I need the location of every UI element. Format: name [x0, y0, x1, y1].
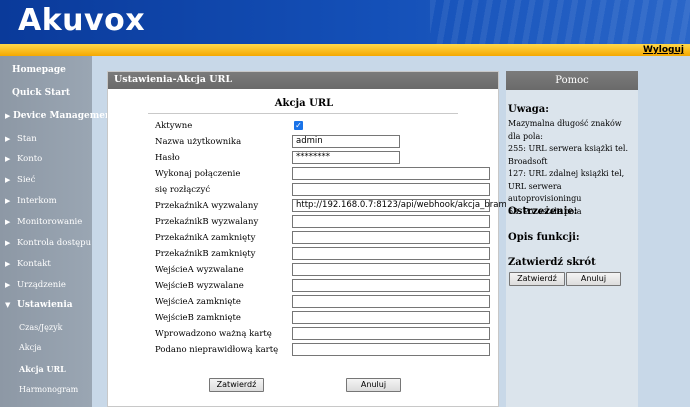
chevron-right-icon: ▶: [5, 111, 11, 120]
help-warning-heading: Uwaga:: [508, 104, 549, 115]
relay-b-triggered-field[interactable]: [292, 215, 490, 228]
sidebar-item-siec[interactable]: ▶ Sieć: [5, 175, 97, 185]
logout-link[interactable]: Wyloguj: [643, 45, 684, 55]
sidebar-item-stan[interactable]: ▶ Stan: [5, 134, 97, 144]
chevron-right-icon: ▶: [5, 239, 11, 247]
valid-card-field[interactable]: [292, 327, 490, 340]
username-field[interactable]: admin: [292, 135, 400, 148]
main-panel: Ustawienia-Akcja URL Akcja URL Aktywne ✓…: [107, 71, 512, 407]
chevron-right-icon: ▶: [5, 281, 11, 289]
label-wejsciea-zamkniete: WejścieA zamknięte: [155, 297, 241, 307]
label-przekaznikb-wyzwalany: PrzekaźnikB wyzwalany: [155, 217, 259, 227]
input-b-closed-field[interactable]: [292, 311, 490, 324]
submit-button[interactable]: Zatwierdź: [209, 378, 264, 392]
label-wejscieb-zamkniete: WejścieB zamknięte: [155, 313, 241, 323]
chevron-down-icon: ▼: [5, 300, 11, 309]
header-decoration: [430, 0, 690, 44]
help-warning-text: Mazymalna długość znaków dla pola: 255: …: [508, 119, 629, 216]
cancel-button[interactable]: Anuluj: [346, 378, 401, 392]
label-wazna-karta: Wprowadzono ważną kartę: [155, 329, 272, 339]
header-orange-bar: [0, 44, 690, 56]
help-title: Pomoc: [506, 71, 638, 90]
relay-b-closed-field[interactable]: [292, 247, 490, 260]
chevron-right-icon: ▶: [5, 260, 11, 268]
aktywne-checkbox[interactable]: ✓: [294, 121, 303, 130]
help-function-heading: Opis funkcji:: [508, 232, 580, 243]
form-title: Akcja URL: [274, 98, 334, 109]
label-wejscieb-wyzwalane: WejścieB wyzwalane: [155, 281, 244, 291]
label-przekaznika-zamkniety: PrzekaźnikA zamknięty: [155, 233, 256, 243]
label-wejsciea-wyzwalane: WejścieA wyzwalane: [155, 265, 244, 275]
sidebar-item-monitorowanie[interactable]: ▶ Monitorowanie: [5, 217, 97, 227]
page-title: Ustawienia-Akcja URL: [108, 72, 498, 89]
label-rozlaczyc: się rozłączyć: [155, 185, 211, 195]
password-field[interactable]: ********: [292, 151, 400, 164]
relay-a-triggered-field[interactable]: http://192.168.0.7:8123/api/webhook/akcj…: [292, 199, 512, 212]
help-submit-button[interactable]: Zatwierdź: [509, 272, 565, 286]
help-shortcut-heading: Zatwierdź skrót: [508, 257, 596, 268]
sidebar-subitem-czas-jezyk[interactable]: Czas/Język: [19, 323, 111, 332]
chevron-right-icon: ▶: [5, 218, 11, 226]
sidebar-subitem-akcja-url[interactable]: Akcja URL: [19, 364, 111, 374]
sidebar-item-urzadzenie[interactable]: ▶ Urządzenie: [5, 280, 97, 290]
chevron-right-icon: ▶: [5, 155, 11, 163]
chevron-right-icon: ▶: [5, 197, 11, 205]
invalid-card-field[interactable]: [292, 343, 490, 356]
label-nazwa-uzytkownika: Nazwa użytkownika: [155, 137, 242, 147]
label-nieprawidlowa-karta: Podano nieprawidłową kartę: [155, 345, 279, 355]
sidebar: Homepage Quick Start ▶ Device Management …: [0, 56, 116, 407]
input-a-triggered-field[interactable]: [292, 263, 490, 276]
akuvox-logo: Akuvox: [18, 3, 146, 38]
sidebar-subitem-harmonogram[interactable]: Harmonogram: [19, 385, 111, 394]
label-haslo: Hasło: [155, 153, 180, 163]
sidebar-subitem-akcja[interactable]: Akcja: [19, 343, 111, 352]
sidebar-item-kontrola-dostepu[interactable]: ▶ Kontrola dostępu: [5, 238, 97, 248]
input-b-triggered-field[interactable]: [292, 279, 490, 292]
sidebar-item-interkom[interactable]: ▶ Interkom: [5, 196, 97, 206]
sidebar-item-device-management[interactable]: ▶ Device Management: [5, 111, 116, 121]
label-przekaznikb-zamkniety: PrzekaźnikB zamknięty: [155, 249, 256, 259]
hang-up-url-field[interactable]: [292, 183, 490, 196]
form-divider: [148, 113, 458, 114]
sidebar-item-ustawienia[interactable]: ▼ Ustawienia: [5, 300, 97, 310]
help-caution-heading: Ostrzeżenie:: [508, 206, 578, 217]
sidebar-item-homepage[interactable]: Homepage: [12, 65, 104, 75]
label-aktywne: Aktywne: [155, 121, 193, 131]
sidebar-item-quick-start[interactable]: Quick Start: [12, 88, 104, 98]
sidebar-item-konto[interactable]: ▶ Konto: [5, 154, 97, 164]
help-panel: Pomoc Uwaga: Mazymalna długość znaków dl…: [506, 71, 638, 407]
input-a-closed-field[interactable]: [292, 295, 490, 308]
help-cancel-button[interactable]: Anuluj: [566, 272, 621, 286]
chevron-right-icon: ▶: [5, 135, 11, 143]
chevron-right-icon: ▶: [5, 176, 11, 184]
label-przekaznika-wyzwalany: PrzekaźnikA wyzwalany: [155, 201, 259, 211]
header-banner: Akuvox: [0, 0, 690, 44]
sidebar-item-kontakt[interactable]: ▶ Kontakt: [5, 259, 97, 269]
relay-a-closed-field[interactable]: [292, 231, 490, 244]
label-wykonaj-polaczenie: Wykonaj połączenie: [155, 169, 241, 179]
make-call-url-field[interactable]: [292, 167, 490, 180]
